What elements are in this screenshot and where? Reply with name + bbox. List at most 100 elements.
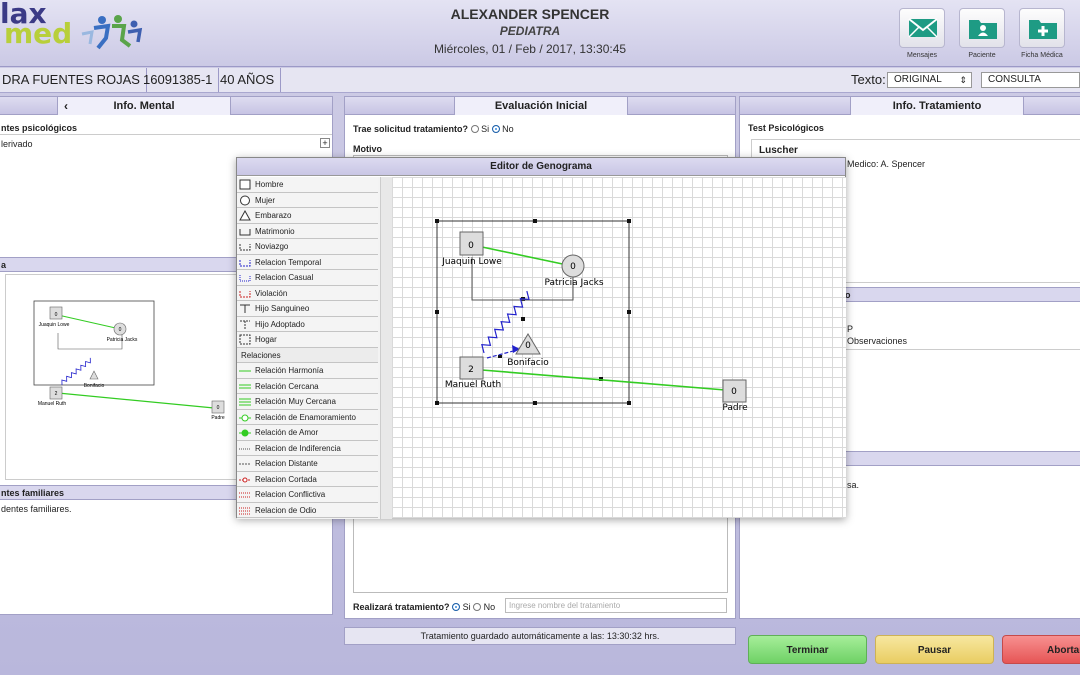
casual-relation-icon <box>239 275 251 282</box>
palette-item[interactable]: Hogar <box>237 332 378 348</box>
palette-item[interactable]: Hijo Adoptado <box>237 316 378 332</box>
tab-evaluacion-inicial[interactable]: Evaluación Inicial <box>454 97 628 115</box>
messages-button[interactable] <box>899 8 945 48</box>
palette-item[interactable]: Hombre <box>237 177 378 193</box>
distant-line-icon <box>239 463 251 465</box>
violation-icon <box>239 290 251 297</box>
palette-item[interactable]: Relacion Temporal <box>237 254 378 270</box>
circle-icon <box>240 195 250 205</box>
palette-item[interactable]: Relacion Conflictiva <box>237 487 378 503</box>
very-close-line-icon <box>239 398 251 406</box>
current-datetime: Miércoles, 01 / Feb / 2017, 13:30:45 <box>433 42 627 56</box>
solicitud-no-radio[interactable] <box>491 125 500 133</box>
adopted-child-icon <box>240 320 250 329</box>
add-icon[interactable]: + <box>320 138 330 148</box>
svg-text:Juaquin Lowe: Juaquin Lowe <box>39 322 70 328</box>
palette-item[interactable]: Relación Muy Cercana <box>237 394 378 410</box>
svg-text:Juaquin Lowe: Juaquin Lowe <box>441 257 502 267</box>
autosave-status: Tratamiento guardado automáticamente a l… <box>344 627 736 645</box>
mode-select[interactable]: CONSULTA <box>981 72 1080 88</box>
tab-info-mental[interactable]: ‹ Info. Mental <box>57 97 231 115</box>
palette-item[interactable]: Mujer <box>237 192 378 208</box>
svg-text:Bonifacio: Bonifacio <box>84 383 105 389</box>
palette-item[interactable]: Relación de Amor <box>237 425 378 441</box>
palette-item[interactable]: Noviazgo <box>237 239 378 255</box>
doctor-name: ALEXANDER SPENCER <box>450 6 610 22</box>
patient-folder-icon <box>969 20 997 39</box>
hate-line-icon <box>239 507 251 514</box>
triangle-icon <box>239 210 251 221</box>
svg-text:0: 0 <box>119 327 122 333</box>
harmony-line-icon <box>239 370 251 372</box>
abortar-button[interactable]: Abortar <box>1002 635 1080 664</box>
patient-button[interactable] <box>959 8 1005 48</box>
palette-item[interactable]: Relacion Cortada <box>237 471 378 487</box>
pausar-button[interactable]: Pausar <box>875 635 994 664</box>
temporal-relation-icon <box>239 259 251 266</box>
texto-select[interactable]: ORIGINAL ⇕ <box>887 72 972 88</box>
svg-text:0: 0 <box>570 262 576 272</box>
svg-text:Bonifacio: Bonifacio <box>507 358 549 368</box>
palette-scrollbar[interactable] <box>380 177 392 519</box>
genogram-editor-dialog: Editor de Genograma Hombre Mujer Embarazo M… <box>236 157 846 519</box>
svg-text:0: 0 <box>468 241 474 251</box>
patient-id: 16091385-1 <box>137 68 220 92</box>
realizara-yes-radio[interactable] <box>452 603 461 611</box>
solicitud-yes-radio[interactable] <box>470 125 479 133</box>
svg-text:0: 0 <box>55 312 58 318</box>
genogram-canvas[interactable]: 0 Juaquin Lowe 0 Patricia Jacks 0 Bonifa… <box>392 177 846 518</box>
patient-age: 40 AÑOS <box>214 68 282 92</box>
svg-text:2: 2 <box>468 365 474 375</box>
patient-bar: DRA FUENTES ROJAS 16091385-1 40 AÑOS Tex… <box>0 68 1080 93</box>
genogram-palette: Hombre Mujer Embarazo Matrimonio Noviazgo Rel… <box>237 177 380 519</box>
svg-text:Padre: Padre <box>211 415 225 421</box>
app-header: lax med ALEXANDER SPENCER PEDIATRA Miérc… <box>0 0 1080 67</box>
palette-section-header: Relaciones <box>237 347 378 363</box>
palette-item[interactable]: Hijo Sanguineo <box>237 301 378 317</box>
palette-item[interactable]: Relacion de Odio <box>237 502 378 518</box>
palette-item[interactable]: Relación de Enamoramiento <box>237 409 378 425</box>
terminar-button[interactable]: Terminar <box>748 635 867 664</box>
svg-text:Manuel Ruth: Manuel Ruth <box>38 401 67 407</box>
palette-item[interactable]: Matrimonio <box>237 223 378 239</box>
palette-item[interactable]: Relacion de Indiferencia <box>237 440 378 456</box>
marriage-icon <box>239 228 251 235</box>
doctor-specialty: PEDIATRA <box>499 24 561 38</box>
infatuation-line-icon <box>239 414 251 421</box>
conflict-line-icon <box>239 492 251 498</box>
patient-name: DRA FUENTES ROJAS <box>0 68 147 92</box>
palette-item[interactable]: Relación Cercana <box>237 378 378 394</box>
palette-item[interactable]: Embarazo <box>237 208 378 224</box>
texto-label: Texto: <box>851 72 886 87</box>
medical-record-button[interactable] <box>1019 8 1065 48</box>
palette-item[interactable]: Violación <box>237 285 378 301</box>
palette-item[interactable]: Relación Harmonía <box>237 363 378 379</box>
love-line-icon <box>239 429 251 437</box>
svg-text:Padre: Padre <box>722 403 748 413</box>
envelope-icon <box>908 18 938 38</box>
chevron-left-icon[interactable]: ‹ <box>64 97 68 115</box>
close-line-icon <box>239 384 251 388</box>
svg-text:Patricia Jacks: Patricia Jacks <box>544 278 603 288</box>
home-icon <box>239 334 251 345</box>
svg-text:0: 0 <box>731 387 737 397</box>
cut-line-icon <box>239 477 251 482</box>
svg-text:0: 0 <box>525 341 531 351</box>
blood-child-icon <box>240 304 250 313</box>
treatment-name-input[interactable]: Ingrese nombre del tratamiento <box>505 598 727 613</box>
svg-text:Manuel Ruth: Manuel Ruth <box>445 380 501 390</box>
realizara-no-radio[interactable] <box>473 603 482 611</box>
genogram-editor-title: Editor de Genograma <box>237 158 845 176</box>
app-logo: lax med <box>0 0 73 50</box>
select-arrows-icon: ⇕ <box>959 75 967 85</box>
medical-folder-plus-icon <box>1029 20 1057 39</box>
square-icon <box>239 179 251 190</box>
palette-item[interactable]: Relacion Casual <box>237 270 378 286</box>
tab-info-tratamiento[interactable]: Info. Tratamiento <box>850 97 1024 115</box>
svg-text:Patricia Jacks: Patricia Jacks <box>107 337 138 343</box>
engagement-icon <box>239 244 251 251</box>
svg-text:0: 0 <box>217 405 220 411</box>
test-name[interactable]: Luscher <box>759 145 798 156</box>
palette-item[interactable]: Relacion Distante <box>237 456 378 472</box>
svg-text:2: 2 <box>55 391 58 397</box>
